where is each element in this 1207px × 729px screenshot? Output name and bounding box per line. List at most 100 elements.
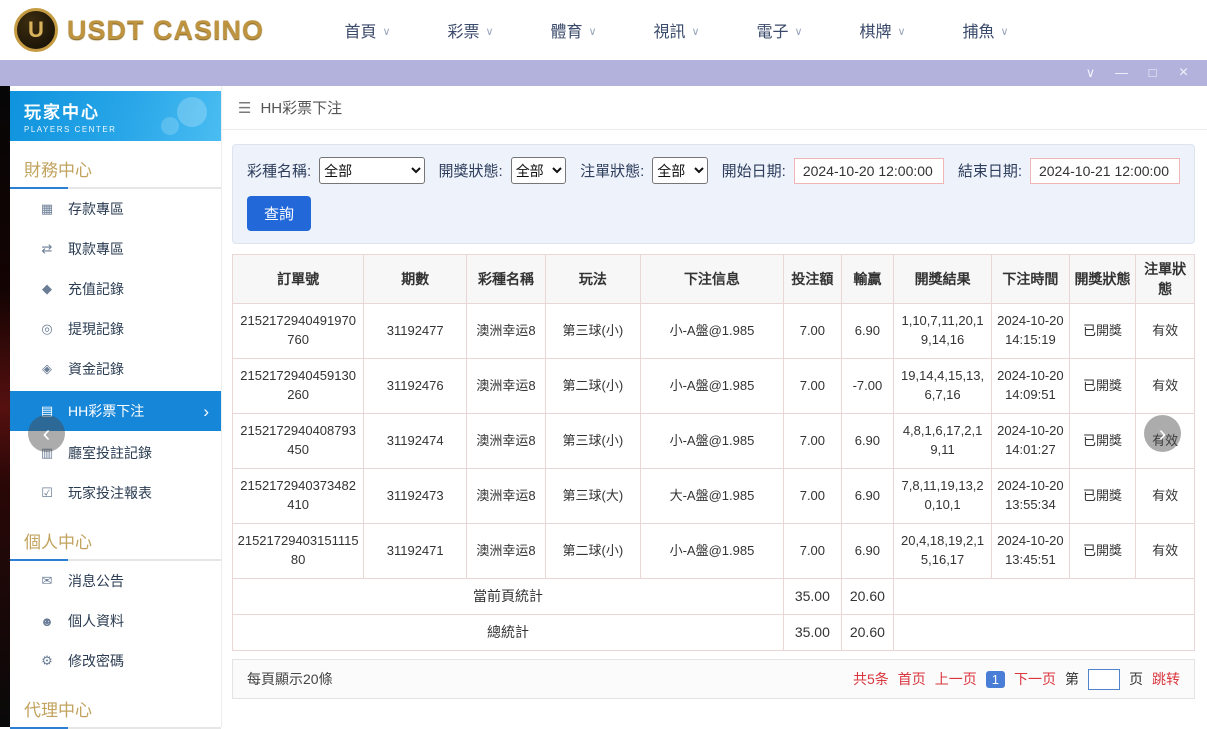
next-page-link[interactable]: 下一页 bbox=[1014, 669, 1056, 689]
minimize-icon[interactable]: — bbox=[1106, 60, 1137, 86]
nav-item-1[interactable]: 彩票∨ bbox=[419, 18, 522, 42]
grand-total-empty-cell bbox=[894, 615, 1195, 651]
bet-table-body: 215217294049197076031192477澳洲幸运8第三球(小)小-… bbox=[233, 304, 1195, 651]
close-icon[interactable]: × bbox=[1168, 60, 1199, 86]
start-date-input[interactable] bbox=[794, 158, 944, 184]
grand-total-amount: 35.00 bbox=[784, 615, 842, 651]
cell-draw-status: 已開獎 bbox=[1069, 524, 1136, 579]
nav-item-2[interactable]: 體育∨ bbox=[522, 18, 625, 42]
maximize-icon[interactable]: □ bbox=[1137, 60, 1168, 86]
cell-order-status: 有效 bbox=[1136, 469, 1195, 524]
logo[interactable]: U USDT CASINO bbox=[14, 8, 264, 52]
table-row: 215217294049197076031192477澳洲幸运8第三球(小)小-… bbox=[233, 304, 1195, 359]
sidebar-item-label: 消息公告 bbox=[68, 571, 124, 591]
cell-win-loss: 6.90 bbox=[841, 304, 893, 359]
chevron-down-icon: ∨ bbox=[1000, 25, 1008, 38]
chevron-down-icon: ∨ bbox=[794, 25, 802, 38]
sidebar-item[interactable]: ✉消息公告 bbox=[10, 561, 221, 601]
first-page-link[interactable]: 首页 bbox=[898, 669, 926, 689]
cell-bet-info: 小-A盤@1.985 bbox=[640, 414, 783, 469]
main-content: ☰ HH彩票下注 彩種名稱: 全部 開獎狀態: 全部 注單狀態: 全部 開始日期… bbox=[222, 86, 1207, 727]
filter-row: 彩種名稱: 全部 開獎狀態: 全部 注單狀態: 全部 開始日期: 結束日期: bbox=[247, 157, 1180, 184]
draw-status-select[interactable]: 全部 bbox=[511, 157, 566, 184]
nav-item-label: 首頁 bbox=[344, 18, 376, 42]
cell-bet-info: 小-A盤@1.985 bbox=[640, 304, 783, 359]
sidebar-item[interactable]: ☻ 個人資料 bbox=[10, 601, 221, 641]
section-heading: 代理中心 bbox=[24, 696, 207, 721]
sidebar-item[interactable]: ⚙修改密碼 bbox=[10, 641, 221, 681]
profile-icon: ☻ bbox=[39, 614, 55, 629]
sidebar-item[interactable]: ▦存款專區 bbox=[10, 189, 221, 229]
section-heading: 個人中心 bbox=[24, 528, 207, 553]
draw-status-filter-label: 開獎狀態: bbox=[439, 160, 503, 181]
chevron-down-icon: ∨ bbox=[485, 25, 493, 38]
page-jump-input[interactable] bbox=[1088, 669, 1120, 690]
page-total-row: 當前頁統計35.0020.60 bbox=[233, 579, 1195, 615]
grand-total-win: 20.60 bbox=[841, 615, 893, 651]
cell-win-loss: -7.00 bbox=[841, 359, 893, 414]
cell-draw-status: 已開獎 bbox=[1069, 469, 1136, 524]
cell-bet-amount: 7.00 bbox=[784, 304, 842, 359]
current-page[interactable]: 1 bbox=[986, 671, 1005, 688]
content-header: ☰ HH彩票下注 bbox=[222, 86, 1207, 130]
nav-item-6[interactable]: 捕魚∨ bbox=[934, 18, 1037, 42]
search-button[interactable]: 查詢 bbox=[247, 196, 311, 231]
prev-page-link[interactable]: 上一页 bbox=[935, 669, 977, 689]
sidebar-item-label: 取款專區 bbox=[68, 239, 124, 259]
col-header-5: 投注額 bbox=[784, 255, 842, 304]
jump-button[interactable]: 跳转 bbox=[1152, 669, 1180, 689]
sidebar-item[interactable]: ☑玩家投注報表 bbox=[10, 473, 221, 513]
chevron-down-icon[interactable]: ∨ bbox=[1075, 60, 1106, 86]
sidebar-item[interactable]: ◆充值記錄 bbox=[10, 269, 221, 309]
grand-total-label: 總統計 bbox=[233, 615, 784, 651]
logo-icon: U bbox=[14, 8, 58, 52]
background-strip bbox=[0, 86, 10, 727]
col-header-2: 彩種名稱 bbox=[467, 255, 546, 304]
sidebar-item[interactable]: ◈資金記錄 bbox=[10, 349, 221, 389]
sidebar-item-label: 個人資料 bbox=[68, 611, 124, 631]
logo-monogram: U bbox=[28, 17, 44, 43]
nav-item-4[interactable]: 電子∨ bbox=[728, 18, 831, 42]
sidebar-item-label: 修改密碼 bbox=[68, 651, 124, 671]
col-header-9: 開獎狀態 bbox=[1069, 255, 1136, 304]
nav-item-0[interactable]: 首頁∨ bbox=[316, 18, 419, 42]
cell-play-type: 第二球(小) bbox=[545, 359, 640, 414]
cell-bet-time: 2024-10-20 14:01:27 bbox=[992, 414, 1070, 469]
cell-draw-result: 19,14,4,15,13,6,7,16 bbox=[894, 359, 992, 414]
withdraw-icon: ⇄ bbox=[39, 241, 55, 257]
cashout-icon: ◎ bbox=[39, 321, 55, 337]
top-nav: U USDT CASINO 首頁∨彩票∨體育∨視訊∨電子∨棋牌∨捕魚∨ bbox=[0, 0, 1207, 60]
menu-icon: ☰ bbox=[238, 99, 251, 117]
cell-order-no: 2152172940491970760 bbox=[233, 304, 364, 359]
cell-lottery-name: 澳洲幸运8 bbox=[467, 304, 546, 359]
lottery-select[interactable]: 全部 bbox=[319, 157, 424, 184]
col-header-10: 注單狀態 bbox=[1136, 255, 1195, 304]
nav-item-5[interactable]: 棋牌∨ bbox=[831, 18, 934, 42]
section-heading: 財務中心 bbox=[24, 156, 207, 181]
carousel-prev-button[interactable]: ‹ bbox=[28, 415, 65, 452]
cell-bet-amount: 7.00 bbox=[784, 414, 842, 469]
per-page-label: 每頁顯示20條 bbox=[247, 669, 333, 689]
jump-label-post: 页 bbox=[1129, 669, 1143, 689]
player-center-header: 玩家中心 PLAYERS CENTER bbox=[10, 91, 221, 141]
sidebar-item[interactable]: ◎提現記錄 bbox=[10, 309, 221, 349]
end-date-input[interactable] bbox=[1030, 158, 1180, 184]
cell-order-status: 有效 bbox=[1136, 359, 1195, 414]
app-window: 玩家中心 PLAYERS CENTER 財務中心▦存款專區⇄取款專區◆充值記錄◎… bbox=[0, 86, 1207, 727]
cell-order-no: 2152172940408793450 bbox=[233, 414, 364, 469]
carousel-next-button[interactable]: › bbox=[1144, 415, 1181, 452]
page-total-win: 20.60 bbox=[841, 579, 893, 615]
start-date-label: 開始日期: bbox=[722, 160, 786, 181]
cell-period: 31192471 bbox=[364, 524, 467, 579]
cell-lottery-name: 澳洲幸运8 bbox=[467, 359, 546, 414]
table-row: 215217294031511158031192471澳洲幸运8第二球(小)小-… bbox=[233, 524, 1195, 579]
cell-draw-status: 已開獎 bbox=[1069, 414, 1136, 469]
table-row: 215217294037348241031192473澳洲幸运8第三球(大)大-… bbox=[233, 469, 1195, 524]
player-center-subtitle: PLAYERS CENTER bbox=[24, 125, 207, 134]
cell-lottery-name: 澳洲幸运8 bbox=[467, 414, 546, 469]
cell-order-no: 2152172940459130260 bbox=[233, 359, 364, 414]
sidebar-item[interactable]: ⇄ 取款專區 bbox=[10, 229, 221, 269]
order-status-select[interactable]: 全部 bbox=[652, 157, 707, 184]
nav-item-3[interactable]: 視訊∨ bbox=[625, 18, 728, 42]
pagination-bar: 每頁顯示20條 共5条 首页 上一页 1 下一页 第 页 跳转 bbox=[232, 659, 1195, 699]
